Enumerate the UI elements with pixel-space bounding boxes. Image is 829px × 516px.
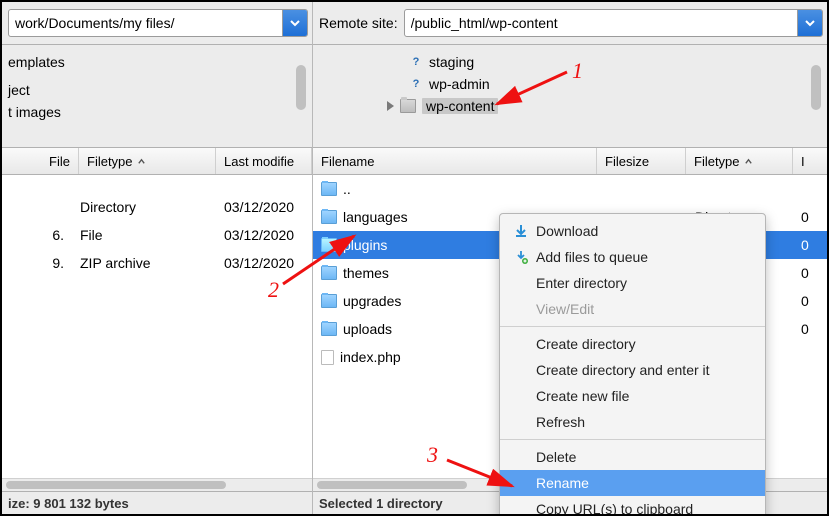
unknown-icon: ? — [409, 55, 423, 69]
folder-icon — [321, 238, 337, 252]
col-filetype[interactable]: Filetype — [686, 148, 793, 174]
local-pane: work/Documents/my files/ emplates ject t… — [2, 2, 313, 514]
tree-item: emplates — [8, 51, 308, 73]
menu-delete[interactable]: Delete — [500, 444, 765, 470]
local-status: ize: 9 801 132 bytes — [2, 491, 312, 514]
col-filetype[interactable]: Filetype — [79, 148, 216, 174]
local-path-text: work/Documents/my files/ — [15, 15, 282, 31]
local-path-bar: work/Documents/my files/ — [2, 2, 312, 45]
remote-path-bar: Remote site: /public_html/wp-content — [313, 2, 827, 45]
expand-icon[interactable] — [387, 101, 394, 111]
scrollbar-thumb[interactable] — [296, 65, 306, 110]
ftp-client-window: work/Documents/my files/ emplates ject t… — [0, 0, 829, 516]
menu-rename[interactable]: Rename — [500, 470, 765, 496]
menu-copy-url[interactable]: Copy URL(s) to clipboard — [500, 496, 765, 516]
folder-icon — [321, 210, 337, 224]
col-filename[interactable]: Filename — [313, 148, 597, 174]
local-file-list[interactable]: Directory 03/12/2020 6. File 03/12/2020 … — [2, 175, 312, 478]
list-item[interactable]: .. — [313, 175, 827, 203]
menu-enter[interactable]: Enter directory — [500, 270, 765, 296]
sort-asc-icon — [744, 154, 753, 169]
sort-asc-icon — [137, 154, 146, 169]
tree-item[interactable]: ? wp-admin — [319, 73, 823, 95]
remote-columns: Filename Filesize Filetype I — [313, 148, 827, 175]
menu-view-edit: View/Edit — [500, 296, 765, 322]
menu-create-dir[interactable]: Create directory — [500, 331, 765, 357]
file-icon — [321, 350, 334, 365]
context-menu: Download Add files to queue Enter direct… — [499, 213, 766, 516]
menu-create-file[interactable]: Create new file — [500, 383, 765, 409]
scrollbar-thumb[interactable] — [811, 65, 821, 110]
remote-path-dropdown[interactable]: /public_html/wp-content — [404, 9, 823, 37]
col-filesize[interactable]: Filesize — [597, 148, 686, 174]
download-plus-icon — [514, 250, 528, 264]
tree-item[interactable]: ? staging — [319, 51, 823, 73]
menu-create-dir-enter[interactable]: Create directory and enter it — [500, 357, 765, 383]
col-file[interactable]: File — [2, 148, 79, 174]
menu-refresh[interactable]: Refresh — [500, 409, 765, 435]
remote-tree[interactable]: ? staging ? wp-admin wp-content — [313, 45, 827, 148]
folder-icon — [321, 182, 337, 196]
local-tree[interactable]: emplates ject t images — [2, 45, 312, 148]
list-item: 9. ZIP archive 03/12/2020 — [2, 249, 312, 277]
local-path-dropdown[interactable]: work/Documents/my files/ — [8, 9, 308, 37]
col-modified[interactable]: Last modifie — [216, 148, 312, 174]
list-item: 6. File 03/12/2020 — [2, 221, 312, 249]
col-extra[interactable]: I — [793, 148, 827, 174]
folder-icon — [321, 294, 337, 308]
folder-icon — [400, 99, 416, 113]
h-scrollbar[interactable] — [2, 478, 312, 491]
tree-item: ject — [8, 79, 308, 101]
tree-item: t images — [8, 101, 308, 123]
folder-icon — [321, 266, 337, 280]
folder-icon — [321, 322, 337, 336]
dropdown-icon[interactable] — [797, 10, 822, 36]
download-icon — [514, 224, 528, 238]
menu-queue[interactable]: Add files to queue — [500, 244, 765, 270]
menu-download[interactable]: Download — [500, 218, 765, 244]
remote-site-label: Remote site: — [319, 15, 398, 31]
local-columns: File Filetype Last modifie — [2, 148, 312, 175]
dropdown-icon[interactable] — [282, 10, 307, 36]
remote-path-text: /public_html/wp-content — [411, 15, 797, 31]
list-item: Directory 03/12/2020 — [2, 193, 312, 221]
unknown-icon: ? — [409, 77, 423, 91]
tree-item-selected[interactable]: wp-content — [319, 95, 823, 117]
